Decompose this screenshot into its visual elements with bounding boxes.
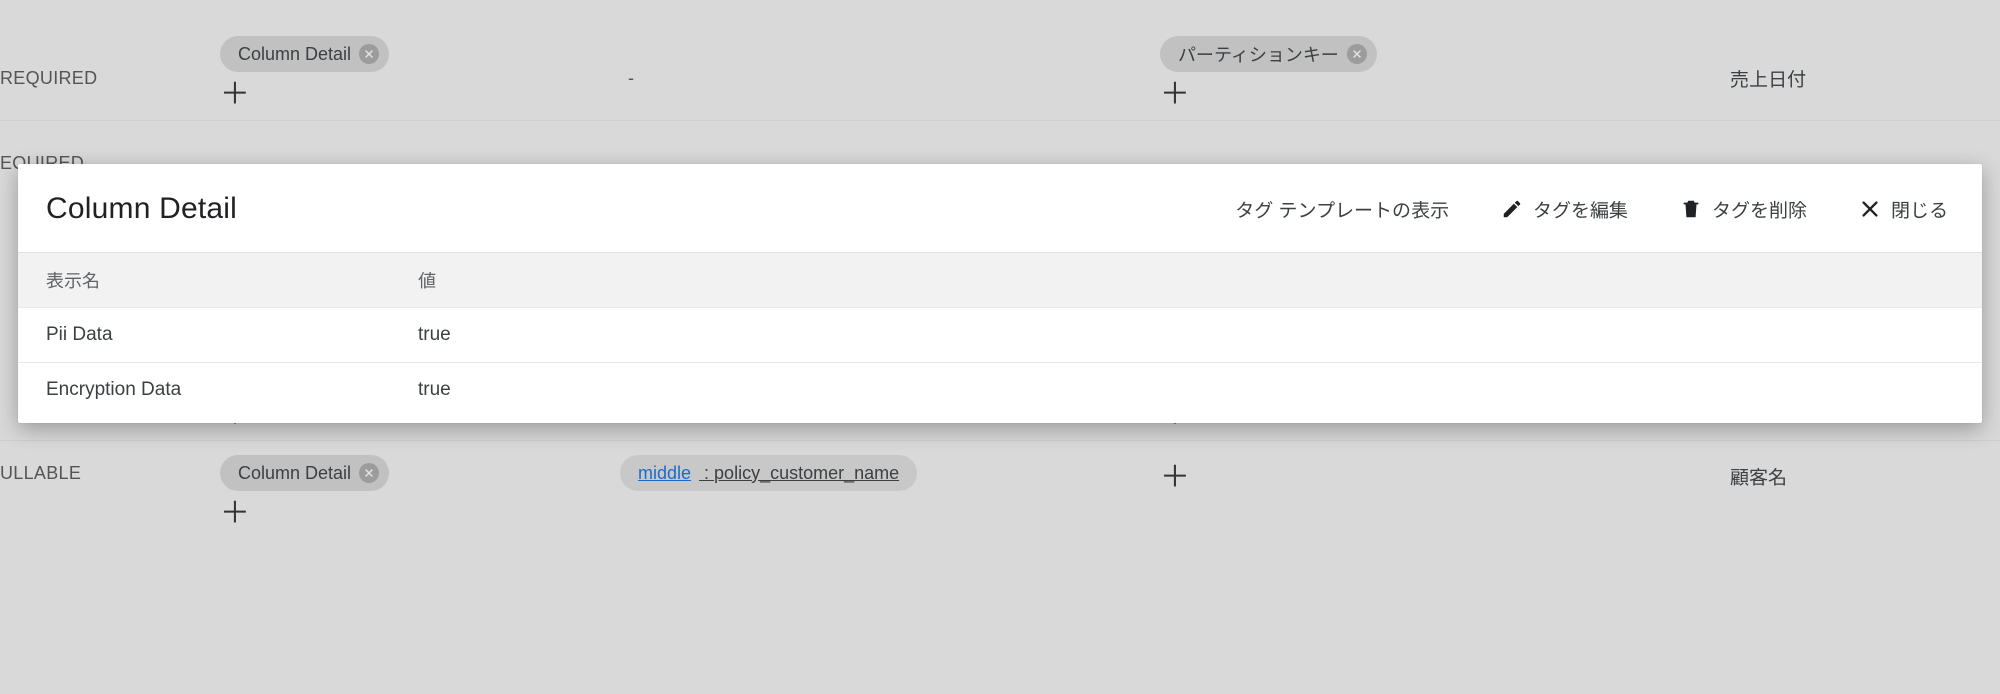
close-icon	[1859, 198, 1881, 220]
panel-header: Column Detail タグ テンプレートの表示 タグを編集 タグを削除 閉…	[18, 164, 1982, 252]
tag-chip-label: Column Detail	[238, 463, 351, 484]
action-label: タグを編集	[1533, 196, 1628, 223]
schema-row: ULLABLE Column Detail ＋ middle : policy_…	[0, 440, 2000, 550]
table-row: Pii Data true	[18, 308, 1982, 363]
panel-title: Column Detail	[46, 192, 1235, 226]
column-detail-panel: Column Detail タグ テンプレートの表示 タグを編集 タグを削除 閉…	[18, 164, 1982, 423]
col-header-name: 表示名	[18, 253, 418, 308]
field-name: Pii Data	[18, 308, 418, 363]
delete-tag-button[interactable]: タグを削除	[1680, 196, 1807, 223]
policy-tag-key: middle	[638, 463, 691, 484]
policy-tag-map: : policy_customer_name	[699, 463, 899, 484]
show-tag-template-button[interactable]: タグ テンプレートの表示	[1235, 196, 1449, 223]
column-description: 売上日付	[1730, 65, 2000, 92]
col-header-value: 値	[418, 253, 1982, 308]
field-value: true	[418, 363, 1982, 418]
column-mode: ULLABLE	[0, 455, 220, 484]
column-mode: REQUIRED	[0, 68, 220, 89]
pencil-icon	[1501, 198, 1523, 220]
tag-chip-column-detail[interactable]: Column Detail	[220, 36, 389, 72]
policy-tag-chip[interactable]: middle : policy_customer_name	[620, 455, 917, 491]
schema-row: REQUIRED Column Detail ＋ - パーティションキー ＋ 売…	[0, 0, 2000, 120]
remove-tag-icon[interactable]	[359, 44, 379, 64]
add-tag-button[interactable]: ＋	[220, 495, 250, 539]
tag-chip-column-detail[interactable]: Column Detail	[220, 455, 389, 491]
add-tag-button[interactable]: ＋	[1160, 76, 1190, 120]
action-label: 閉じる	[1891, 196, 1948, 223]
remove-tag-icon[interactable]	[1347, 44, 1367, 64]
table-row: Encryption Data true	[18, 363, 1982, 418]
action-label: タグを削除	[1712, 196, 1807, 223]
field-value: true	[418, 308, 1982, 363]
tag-chip-partition-key[interactable]: パーティションキー	[1160, 36, 1377, 72]
tag-values-table: 表示名 値 Pii Data true Encryption Data true	[18, 252, 1982, 417]
add-tag-button[interactable]: ＋	[220, 76, 250, 120]
policy-cell: -	[620, 68, 1160, 89]
column-description: 顧客名	[1730, 455, 2000, 490]
field-name: Encryption Data	[18, 363, 418, 418]
tag-chip-label: Column Detail	[238, 44, 351, 65]
tag-chip-label: パーティションキー	[1178, 41, 1339, 67]
edit-tag-button[interactable]: タグを編集	[1501, 196, 1628, 223]
close-button[interactable]: 閉じる	[1859, 196, 1948, 223]
trash-icon	[1680, 198, 1702, 220]
action-label: タグ テンプレートの表示	[1235, 196, 1449, 223]
add-tag-button[interactable]: ＋	[1160, 459, 1190, 503]
remove-tag-icon[interactable]	[359, 463, 379, 483]
